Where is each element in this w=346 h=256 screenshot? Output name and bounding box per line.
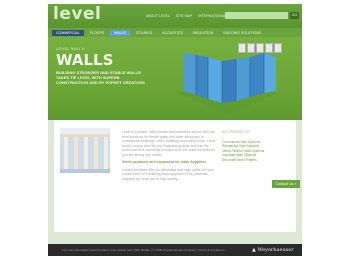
tab-floors[interactable]: FLOORS xyxy=(86,30,108,36)
body-subheading: Select products and equipment for walls … xyxy=(122,160,207,164)
search-input[interactable] xyxy=(225,12,288,19)
tab-commercial[interactable]: COMMERCIAL xyxy=(52,29,84,36)
key-products-sidebar: KEY PRODUCTS Commercial Wall Systems Res… xyxy=(222,130,288,162)
top-link-about[interactable]: ABOUT LEVEL xyxy=(146,14,170,18)
hero-description: BUILDING STRONGER AND STABLE WALLS TAKES… xyxy=(56,70,145,85)
sidebar-title: KEY PRODUCTS xyxy=(222,130,250,134)
thumbnail-icon[interactable] xyxy=(265,43,273,53)
tab-walls[interactable]: WALLS xyxy=(110,29,130,36)
body-paragraph: Level is a leader, With homes and indust… xyxy=(122,130,216,157)
wall-panels-illustration xyxy=(178,53,278,115)
tab-acoustics[interactable]: ACOUSTICS xyxy=(158,30,186,36)
hero-thumbnail-icons xyxy=(238,43,282,53)
thumbnail-icon[interactable] xyxy=(256,43,264,53)
search-go-button[interactable]: GO xyxy=(290,12,299,19)
hero-title: WALLS xyxy=(56,51,114,69)
main-nav: COMMERCIAL FLOORS WALLS CEILINGS ACOUSTI… xyxy=(48,28,302,37)
top-link-sitemap[interactable]: SITE MAP xyxy=(176,14,192,18)
thumbnail-icon[interactable] xyxy=(274,43,282,53)
tab-ceilings[interactable]: CEILINGS xyxy=(132,30,156,36)
tab-building-solutions[interactable]: BUILDING SOLUTIONS xyxy=(219,30,265,36)
contact-us-button[interactable]: Contact Us » xyxy=(272,180,300,188)
content-card: Level is a leader, With homes and indust… xyxy=(54,120,300,232)
sidebar-link[interactable]: Structural Steel Frames xyxy=(222,158,288,162)
tab-insulation[interactable]: INSULATION xyxy=(189,30,218,36)
logo[interactable]: level xyxy=(53,4,101,24)
footer-brand-name: Weyerhaeuser xyxy=(257,247,294,253)
footer: For more information and the latest news… xyxy=(48,244,302,256)
hero-banner: LEVEL WAY # WALLS BUILDING STRONGER AND … xyxy=(48,37,302,120)
thumbnail-icon[interactable] xyxy=(238,43,246,53)
header: level ABOUT LEVEL SITE MAP INTERNATIONAL… xyxy=(48,4,302,28)
body-text: Level is a leader, With homes and indust… xyxy=(122,130,217,184)
weyerhaeuser-logo[interactable]: ▲ Weyerhaeuser xyxy=(252,247,294,253)
footer-text: For more information and the latest news… xyxy=(62,248,225,252)
wall-framing-photo xyxy=(60,128,110,173)
sidebar-links: Commercial Wall Systems Residential Wall… xyxy=(222,140,288,162)
thumbnail-icon[interactable] xyxy=(247,43,255,53)
body-paragraph: Level's products offer an affordable and… xyxy=(122,167,215,181)
page: level ABOUT LEVEL SITE MAP INTERNATIONAL… xyxy=(48,4,302,256)
